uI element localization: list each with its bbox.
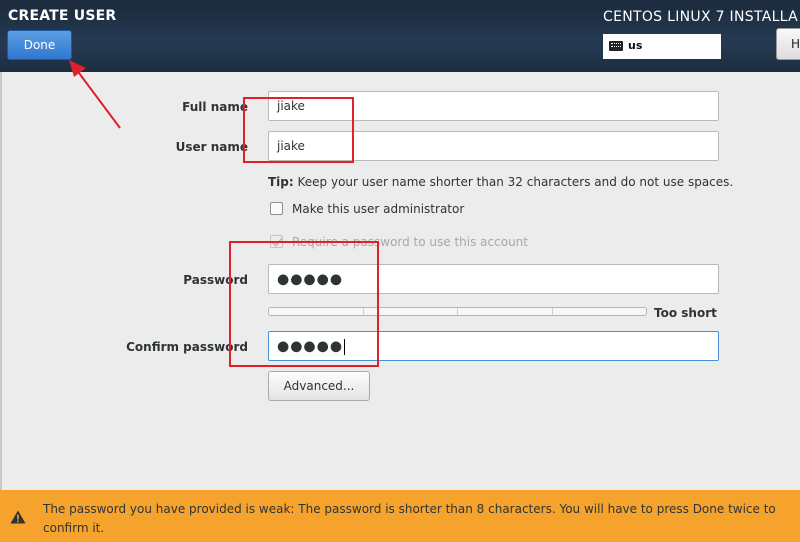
text-cursor — [344, 338, 346, 355]
product-title: CENTOS LINUX 7 INSTALLA — [603, 9, 798, 25]
tip-text: Keep your user name shorter than 32 char… — [293, 175, 734, 189]
keyboard-icon — [609, 41, 623, 51]
done-button[interactable]: Done — [7, 30, 72, 60]
confirm-password-label: Confirm password — [126, 340, 248, 354]
password-strength-label: Too short — [654, 306, 717, 320]
warning-icon — [10, 510, 26, 524]
screen-title: CREATE USER — [8, 8, 117, 24]
admin-checkbox-label[interactable]: Make this user administrator — [292, 202, 464, 216]
admin-checkbox[interactable] — [270, 202, 283, 215]
header-bar: CREATE USER Done CENTOS LINUX 7 INSTALLA… — [0, 0, 800, 72]
tip-prefix: Tip: — [268, 175, 294, 189]
help-button[interactable]: H — [776, 28, 800, 60]
weak-password-warning-bar: The password you have provided is weak: … — [0, 490, 800, 542]
keyboard-layout-label: us — [628, 39, 643, 52]
password-input[interactable]: ●●●●● — [268, 264, 719, 294]
password-strength-meter — [268, 307, 647, 316]
full-name-input[interactable]: jiake — [268, 91, 719, 121]
advanced-button[interactable]: Advanced... — [268, 371, 370, 401]
user-name-input[interactable]: jiake — [268, 131, 719, 161]
password-mask: ●●●●● — [277, 271, 344, 288]
username-tip: Tip: Keep your user name shorter than 32… — [268, 175, 733, 189]
keyboard-layout-indicator[interactable]: us — [603, 34, 721, 59]
require-password-label: Require a password to use this account — [292, 235, 528, 249]
full-name-label: Full name — [182, 100, 248, 114]
password-label: Password — [183, 273, 248, 287]
require-password-checkbox — [270, 235, 283, 248]
user-name-label: User name — [175, 140, 248, 154]
confirm-password-mask: ●●●●● — [277, 338, 344, 355]
warning-message: The password you have provided is weak: … — [43, 502, 776, 535]
confirm-password-input[interactable]: ●●●●● — [268, 331, 719, 361]
